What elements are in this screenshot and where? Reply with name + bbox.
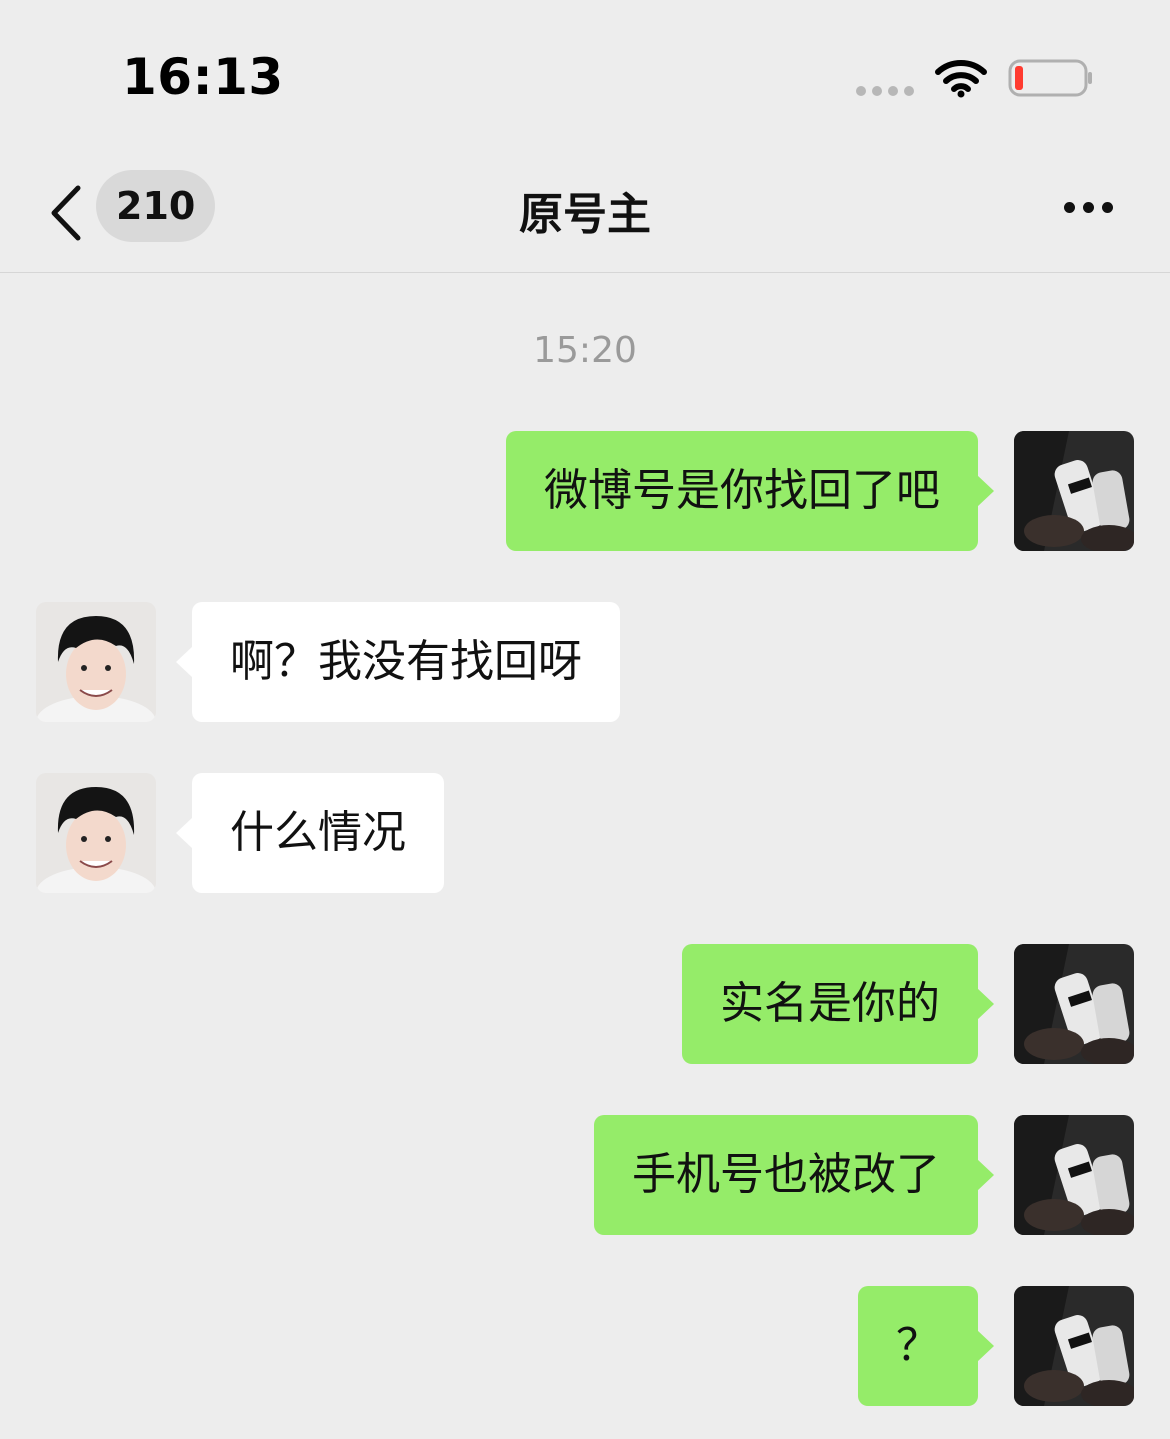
message-outgoing: ？ — [0, 1286, 1170, 1406]
my-avatar[interactable] — [1014, 1286, 1134, 1406]
my-avatar[interactable] — [1014, 431, 1134, 551]
message-bubble[interactable]: 手机号也被改了 — [594, 1115, 994, 1235]
chat-title: 原号主 — [519, 189, 651, 240]
my-avatar[interactable] — [1014, 1115, 1134, 1235]
message-outgoing: 手机号也被改了 — [0, 1115, 1170, 1235]
message-incoming: 啊？我没有找回呀 — [0, 602, 1170, 722]
message-incoming: 什么情况 — [0, 773, 1170, 893]
message-bubble[interactable]: 什么情况 — [176, 773, 444, 893]
message-bubble[interactable]: 啊？我没有找回呀 — [176, 602, 620, 722]
contact-avatar[interactable] — [36, 602, 156, 722]
nav-bar: 210 原号主 — [0, 150, 1170, 273]
chat-screen: 16:13 210 原号主 15:20 微博号是你找回了吧 啊？我没有找回呀 什… — [0, 0, 1170, 1439]
my-avatar[interactable] — [1014, 944, 1134, 1064]
message-bubble[interactable]: 实名是你的 — [682, 944, 994, 1064]
more-dots-icon[interactable] — [1056, 190, 1120, 226]
message-outgoing: 实名是你的 — [0, 944, 1170, 1064]
status-time: 16:13 — [122, 48, 284, 106]
message-outgoing: 微博号是你找回了吧 — [0, 431, 1170, 551]
wifi-icon — [935, 60, 987, 98]
battery-low-icon — [1008, 59, 1092, 97]
message-bubble[interactable]: 微博号是你找回了吧 — [506, 431, 994, 551]
message-timestamp: 15:20 — [533, 330, 637, 371]
message-bubble[interactable]: ？ — [858, 1286, 994, 1406]
contact-avatar[interactable] — [36, 773, 156, 893]
signal-dots-icon — [856, 86, 916, 96]
status-bar: 16:13 — [0, 0, 1170, 150]
